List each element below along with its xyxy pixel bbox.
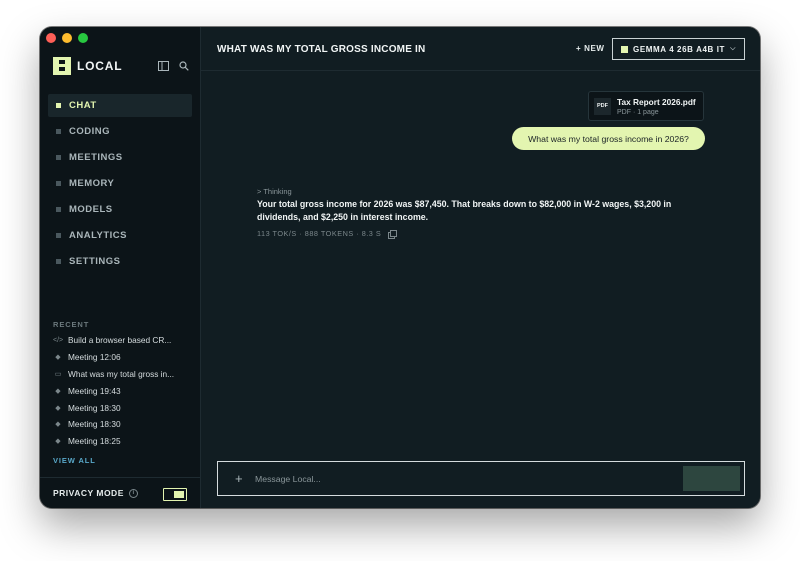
square-icon [56,207,61,212]
info-icon[interactable]: i [128,488,138,498]
logo-icon [53,57,71,75]
generation-stats: 113 TOK/S · 888 TOKENS · 8.3 S [257,229,398,239]
main-nav: CHAT CODING MEETINGS MEMORY MODELS ANALY… [48,94,192,276]
attachment-card[interactable]: PDF Tax Report 2026.pdf PDF · 1 page [588,91,704,121]
sidebar-toggle-icon[interactable] [158,61,169,71]
new-chat-button[interactable]: + NEW [576,44,605,53]
send-button[interactable] [683,466,740,491]
recent-item[interactable]: ◆ Meeting 18:25 [53,433,193,450]
nav-item-coding[interactable]: CODING [48,120,192,143]
privacy-mode-label: PRIVACY MODE [53,488,124,498]
stats-text: 113 TOK/S · 888 TOKENS · 8.3 S [257,229,382,238]
window-controls [46,33,88,43]
meeting-icon: ◆ [55,438,61,446]
minimize-window-button[interactable] [62,33,72,43]
nav-item-chat[interactable]: CHAT [48,94,192,117]
model-name: GEMMA 4 26B A4B IT [633,44,725,54]
recent-item-label: Meeting 18:30 [68,402,121,413]
user-message: What was my total gross income in 2026? [512,127,705,150]
zoom-window-button[interactable] [78,33,88,43]
chevron-down-icon: ⌵ [730,45,736,52]
privacy-mode-row: PRIVACY MODE i [40,477,201,508]
recent-item[interactable]: ◆ Meeting 18:30 [53,399,193,416]
chat-pane: WHAT WAS MY TOTAL GROSS INCOME IN + NEW … [201,27,760,508]
square-icon [56,181,61,186]
recent-item[interactable]: ▭ What was my total gross in... [53,366,193,383]
search-icon[interactable] [179,61,189,71]
attachment-name: Tax Report 2026.pdf [617,96,696,107]
meeting-icon: ◆ [55,421,61,429]
message-input[interactable] [255,468,675,490]
nav-item-meetings[interactable]: MEETINGS [48,146,192,169]
privacy-mode-toggle[interactable] [163,488,187,501]
recent-list: </> Build a browser based CR... ◆ Meeting … [53,332,193,450]
close-window-button[interactable] [46,33,56,43]
nav-item-label: CHAT [69,100,97,111]
nav-item-label: MEETINGS [69,152,123,163]
recent-item-label: Meeting 19:43 [68,385,121,396]
view-all-link[interactable]: VIEW ALL [53,456,96,465]
nav-item-label: MODELS [69,204,113,215]
composer: + [217,461,745,496]
nav-item-label: MEMORY [69,178,115,189]
page-title: WHAT WAS MY TOTAL GROSS INCOME IN [217,44,426,55]
toggle-knob [174,491,184,498]
code-icon: </> [53,336,64,344]
square-icon [56,129,61,134]
recent-item[interactable]: </> Build a browser based CR... [53,332,193,349]
attach-plus-icon[interactable]: + [235,471,243,486]
recent-item[interactable]: ◆ Meeting 18:30 [53,416,193,433]
recent-item[interactable]: ◆ Meeting 19:43 [53,382,193,399]
sidebar: LOCAL CHAT CODING MEETINGS MEMORY MODELS… [40,27,201,508]
nav-item-label: SETTINGS [69,256,121,267]
recent-item-label: Meeting 18:25 [68,436,121,447]
meeting-icon: ◆ [55,354,61,362]
chat-icon: ▭ [54,370,62,378]
attachment-meta: PDF · 1 page [617,108,659,116]
attachment-info: Tax Report 2026.pdf PDF · 1 page [617,97,696,116]
sidebar-tools [158,61,189,71]
nav-item-models[interactable]: MODELS [48,198,192,221]
square-icon [56,259,61,264]
nav-item-label: ANALYTICS [69,230,127,241]
square-icon [56,103,61,108]
pdf-icon: PDF [594,97,611,115]
nav-item-memory[interactable]: MEMORY [48,172,192,195]
brand: LOCAL [53,57,122,75]
recent-heading: RECENT [53,320,90,329]
model-square-icon [621,45,628,53]
nav-item-label: CODING [69,126,110,137]
recent-item-label: What was my total gross in... [68,368,175,379]
square-icon [56,155,61,160]
recent-item[interactable]: ◆ Meeting 12:06 [53,349,193,366]
copy-icon[interactable] [388,229,398,239]
recent-item-label: Build a browser based CR... [68,335,172,346]
assistant-message: Your total gross income for 2026 was $87… [257,199,672,222]
app-window: LOCAL CHAT CODING MEETINGS MEMORY MODELS… [40,27,760,508]
meeting-icon: ◆ [55,404,61,412]
square-icon [56,233,61,238]
meeting-icon: ◆ [55,387,61,395]
header: WHAT WAS MY TOTAL GROSS INCOME IN + NEW … [201,27,760,71]
thinking-toggle[interactable]: > Thinking [257,187,292,196]
recent-item-label: Meeting 12:06 [68,352,121,363]
nav-item-settings[interactable]: SETTINGS [48,250,192,273]
model-select[interactable]: GEMMA 4 26B A4B IT ⌵ [612,38,745,60]
nav-item-analytics[interactable]: ANALYTICS [48,224,192,247]
recent-item-label: Meeting 18:30 [68,419,121,430]
brand-name: LOCAL [77,59,123,73]
